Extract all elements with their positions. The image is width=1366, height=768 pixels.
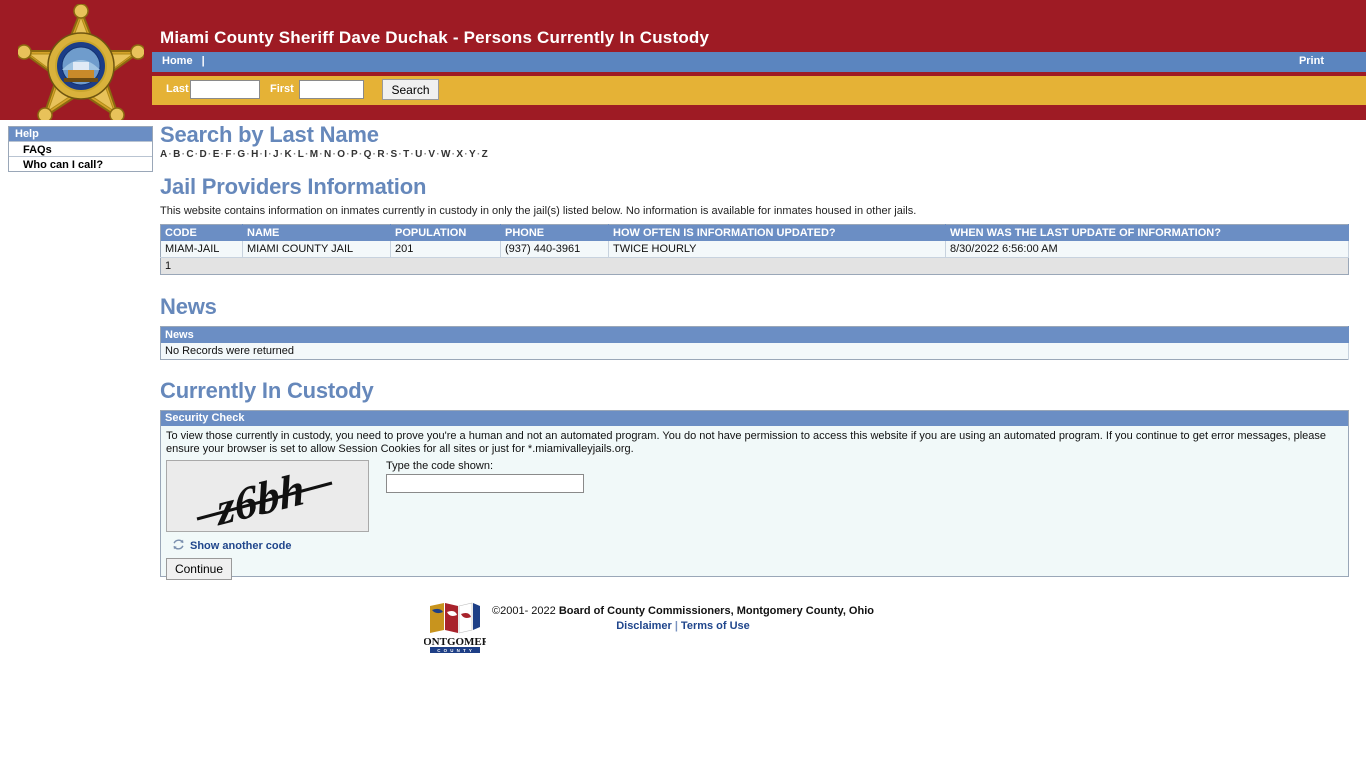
table-row: MIAM-JAIL MIAMI COUNTY JAIL 201 (937) 44…: [160, 241, 1349, 258]
cell-name: MIAMI COUNTY JAIL: [242, 241, 391, 258]
captcha-code-input[interactable]: [386, 474, 584, 493]
security-check-body: To view those currently in custody, you …: [161, 426, 1348, 580]
security-check-paragraph: To view those currently in custody, you …: [166, 430, 1327, 455]
copyright-org: Board of County Commissioners, Montgomer…: [558, 605, 874, 617]
terms-of-use-link[interactable]: Terms of Use: [681, 620, 750, 632]
help-sidebar: Help FAQs Who can I call?: [8, 126, 153, 172]
last-name-label: Last: [166, 83, 189, 95]
first-name-input[interactable]: [299, 80, 364, 99]
copyright-line: ©2001- 2022 Board of County Commissioner…: [492, 596, 874, 617]
disclaimer-link[interactable]: Disclaimer: [616, 620, 672, 632]
alpha-link-y[interactable]: Y: [469, 149, 476, 160]
captcha-image: z6bh: [166, 460, 369, 532]
column-header-news: News: [160, 326, 1349, 343]
jail-providers-table: CODE NAME POPULATION PHONE HOW OFTEN IS …: [160, 224, 1349, 275]
sidebar-item-faqs[interactable]: FAQs: [9, 141, 152, 156]
main-content: Search by Last Name A·B·C·D·E·F·G·H·I·J·…: [160, 122, 1350, 580]
news-title: News: [160, 294, 217, 319]
sheriff-star-badge-icon: [18, 4, 144, 120]
alpha-link-a[interactable]: A: [160, 149, 168, 160]
column-header-last-update: WHEN WAS THE LAST UPDATE OF INFORMATION?: [945, 224, 1349, 241]
page-title: Miami County Sheriff Dave Duchak - Perso…: [160, 28, 710, 47]
footer-logo-subtext: C O U N T Y: [437, 648, 473, 653]
nav-left-group: Home |: [162, 55, 209, 67]
sidebar-heading: Help: [9, 127, 152, 141]
alpha-link-q[interactable]: Q: [364, 149, 372, 160]
column-header-code: CODE: [160, 224, 243, 241]
alpha-link-j[interactable]: J: [273, 149, 279, 160]
security-check-panel: Security Check To view those currently i…: [160, 410, 1349, 580]
last-name-input[interactable]: [190, 80, 260, 99]
column-header-frequency: HOW OFTEN IS INFORMATION UPDATED?: [608, 224, 946, 241]
site-footer: MONTGOMERY C O U N T Y ©2001- 2022 Board…: [0, 596, 1366, 653]
alpha-link-h[interactable]: H: [251, 149, 259, 160]
search-button[interactable]: Search: [382, 79, 439, 100]
security-check-heading: Security Check: [161, 411, 1348, 426]
news-table: News No Records were returned: [160, 326, 1349, 360]
refresh-icon: [172, 538, 185, 554]
alpha-link-u[interactable]: U: [415, 149, 423, 160]
news-empty-row: No Records were returned: [160, 343, 1349, 360]
news-empty-message: No Records were returned: [160, 343, 1349, 360]
top-nav-bar: Home | Print: [152, 52, 1366, 72]
nav-separator: |: [201, 55, 205, 67]
alpha-link-k[interactable]: K: [285, 149, 293, 160]
svg-text:z6bh: z6bh: [213, 463, 307, 531]
sidebar-item-who-can-i-call[interactable]: Who can I call?: [9, 156, 152, 171]
column-header-population: POPULATION: [390, 224, 501, 241]
type-code-label: Type the code shown:: [386, 460, 494, 472]
captcha-row: z6bh Type the code shown: Show another c…: [166, 460, 1343, 580]
alpha-link-b[interactable]: B: [173, 149, 181, 160]
column-header-name: NAME: [242, 224, 391, 241]
print-link[interactable]: Print: [1299, 55, 1324, 67]
site-header: Miami County Sheriff Dave Duchak - Perso…: [0, 0, 1366, 120]
nav-home-link[interactable]: Home: [162, 55, 193, 67]
montgomery-county-logo-icon: MONTGOMERY C O U N T Y: [413, 600, 497, 654]
alpha-link-d[interactable]: D: [200, 149, 208, 160]
pager-page-number[interactable]: 1: [160, 257, 1349, 275]
table-pager-row: 1: [160, 257, 1349, 275]
cell-population: 201: [390, 241, 501, 258]
search-bar: Last First Search: [152, 76, 1366, 105]
footer-links-separator: |: [674, 620, 678, 632]
alpha-link-p[interactable]: P: [351, 149, 358, 160]
cell-code: MIAM-JAIL: [160, 241, 243, 258]
cell-frequency: TWICE HOURLY: [608, 241, 946, 258]
jail-providers-description: This website contains information on inm…: [160, 205, 917, 217]
news-header-row: News: [160, 326, 1349, 343]
continue-button[interactable]: Continue: [166, 558, 232, 580]
jail-providers-title: Jail Providers Information: [160, 174, 427, 199]
show-another-code-link[interactable]: Show another code: [172, 538, 291, 554]
table-header-row: CODE NAME POPULATION PHONE HOW OFTEN IS …: [160, 224, 1349, 241]
footer-logo-text: MONTGOMERY: [424, 636, 486, 648]
column-header-phone: PHONE: [500, 224, 609, 241]
cell-last-update: 8/30/2022 6:56:00 AM: [945, 241, 1349, 258]
alpha-link-r[interactable]: R: [377, 149, 385, 160]
currently-in-custody-title: Currently In Custody: [160, 378, 374, 403]
first-name-label: First: [270, 83, 294, 95]
show-another-code-label: Show another code: [190, 540, 292, 552]
alpha-link-e[interactable]: E: [213, 149, 220, 160]
alpha-link-w[interactable]: W: [441, 149, 451, 160]
footer-inner: MONTGOMERY C O U N T Y ©2001- 2022 Board…: [413, 596, 874, 653]
alpha-link-c[interactable]: C: [186, 149, 194, 160]
cell-phone: (937) 440-3961: [500, 241, 609, 258]
alpha-link-z[interactable]: Z: [482, 149, 488, 160]
alpha-link-f[interactable]: F: [225, 149, 231, 160]
alpha-link-n[interactable]: N: [324, 149, 332, 160]
alpha-link-t[interactable]: T: [403, 149, 409, 160]
copyright-prefix: ©2001- 2022: [492, 605, 559, 617]
search-by-last-name-title: Search by Last Name: [160, 122, 379, 147]
alphabet-index: A·B·C·D·E·F·G·H·I·J·K·L·M·N·O·P·Q·R·S·T·…: [160, 149, 1350, 160]
footer-links: Disclaimer | Terms of Use: [492, 620, 874, 632]
